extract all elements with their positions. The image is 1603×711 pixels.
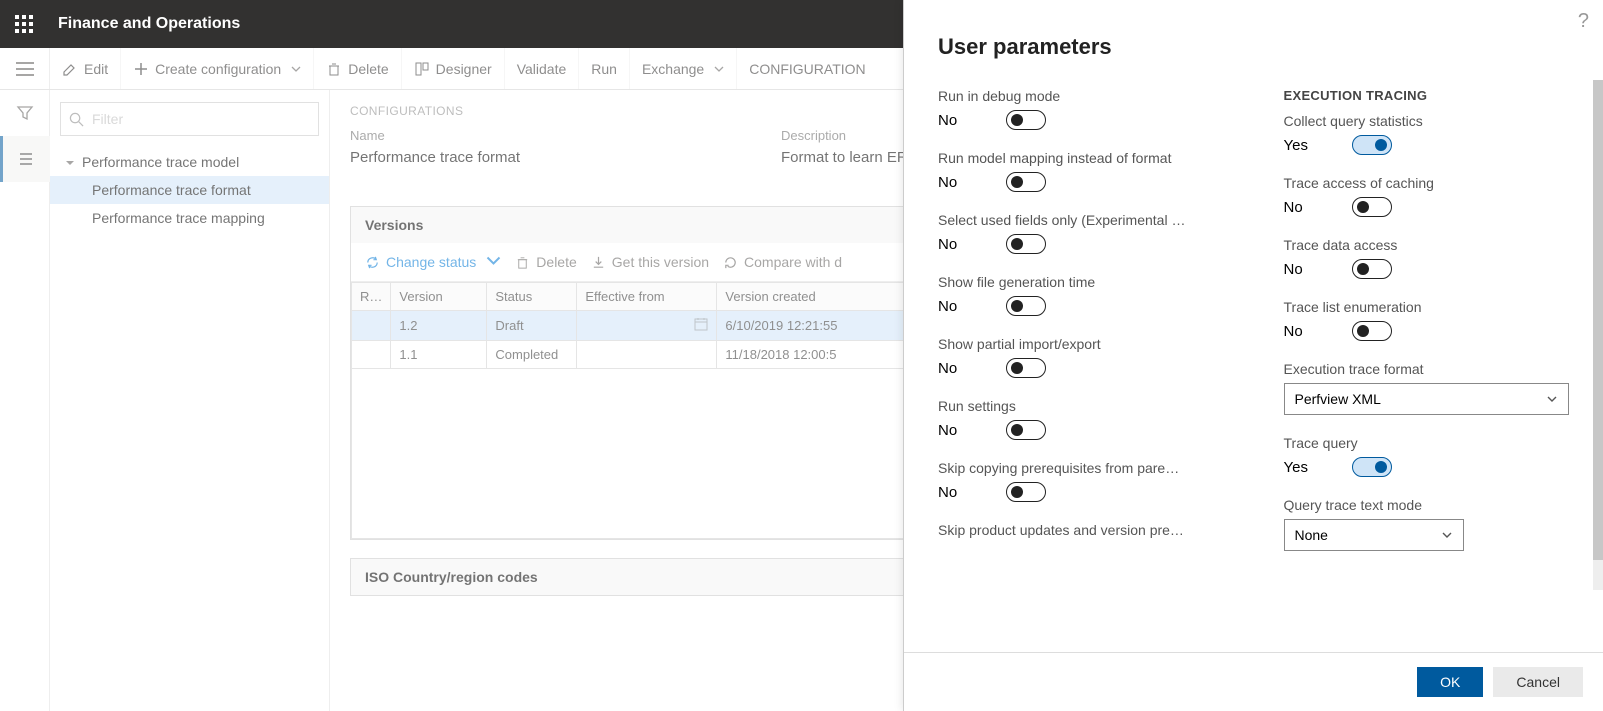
cancel-button[interactable]: Cancel xyxy=(1493,667,1583,697)
left-toggle-6[interactable] xyxy=(1006,482,1046,502)
param-label: Skip product updates and version pre… xyxy=(938,522,1224,538)
param-value: No xyxy=(1284,261,1332,278)
param-value: No xyxy=(938,422,986,439)
chevron-down-icon xyxy=(1546,393,1558,405)
query-mode-dropdown[interactable]: None xyxy=(1284,519,1464,551)
panel-footer: OK Cancel xyxy=(904,652,1603,711)
param-value: No xyxy=(938,484,986,501)
app-title: Finance and Operations xyxy=(58,15,240,33)
param-label: Show partial import/export xyxy=(938,336,1224,352)
param-value: No xyxy=(938,298,986,315)
param-label: Skip copying prerequisites from pare… xyxy=(938,460,1224,476)
user-parameters-panel: ? User parameters Run in debug modeNoRun… xyxy=(903,0,1603,711)
chevron-down-icon xyxy=(1441,529,1453,541)
param-label: Show file generation time xyxy=(938,274,1224,290)
param-label: Run settings xyxy=(938,398,1224,414)
trace-query-toggle[interactable] xyxy=(1352,457,1392,477)
param-label: Run in debug mode xyxy=(938,88,1224,104)
param-label: Trace list enumeration xyxy=(1284,299,1570,315)
left-toggle-4[interactable] xyxy=(1006,358,1046,378)
waffle-icon[interactable] xyxy=(0,0,48,48)
param-value: No xyxy=(938,360,986,377)
param-value: No xyxy=(938,112,986,129)
param-value: No xyxy=(1284,323,1332,340)
right-toggle-0[interactable] xyxy=(1352,135,1392,155)
param-label: Collect query statistics xyxy=(1284,113,1570,129)
panel-title: User parameters xyxy=(938,34,1569,60)
ok-button[interactable]: OK xyxy=(1417,667,1483,697)
scrollbar[interactable] xyxy=(1593,80,1603,590)
query-mode-label: Query trace text mode xyxy=(1284,497,1570,513)
right-toggle-2[interactable] xyxy=(1352,259,1392,279)
param-label: Run model mapping instead of format xyxy=(938,150,1224,166)
left-toggle-0[interactable] xyxy=(1006,110,1046,130)
trace-query-value: Yes xyxy=(1284,459,1332,476)
param-value: Yes xyxy=(1284,137,1332,154)
left-toggle-2[interactable] xyxy=(1006,234,1046,254)
right-toggle-1[interactable] xyxy=(1352,197,1392,217)
left-toggle-1[interactable] xyxy=(1006,172,1046,192)
param-value: No xyxy=(1284,199,1332,216)
left-toggle-5[interactable] xyxy=(1006,420,1046,440)
exec-format-dropdown[interactable]: Perfview XML xyxy=(1284,383,1570,415)
param-value: No xyxy=(938,236,986,253)
execution-tracing-header: EXECUTION TRACING xyxy=(1284,88,1570,103)
exec-format-label: Execution trace format xyxy=(1284,361,1570,377)
right-toggle-3[interactable] xyxy=(1352,321,1392,341)
param-value: No xyxy=(938,174,986,191)
param-label: Trace data access xyxy=(1284,237,1570,253)
left-toggle-3[interactable] xyxy=(1006,296,1046,316)
param-label: Trace access of caching xyxy=(1284,175,1570,191)
param-label: Select used fields only (Experimental … xyxy=(938,212,1224,228)
trace-query-label: Trace query xyxy=(1284,435,1570,451)
